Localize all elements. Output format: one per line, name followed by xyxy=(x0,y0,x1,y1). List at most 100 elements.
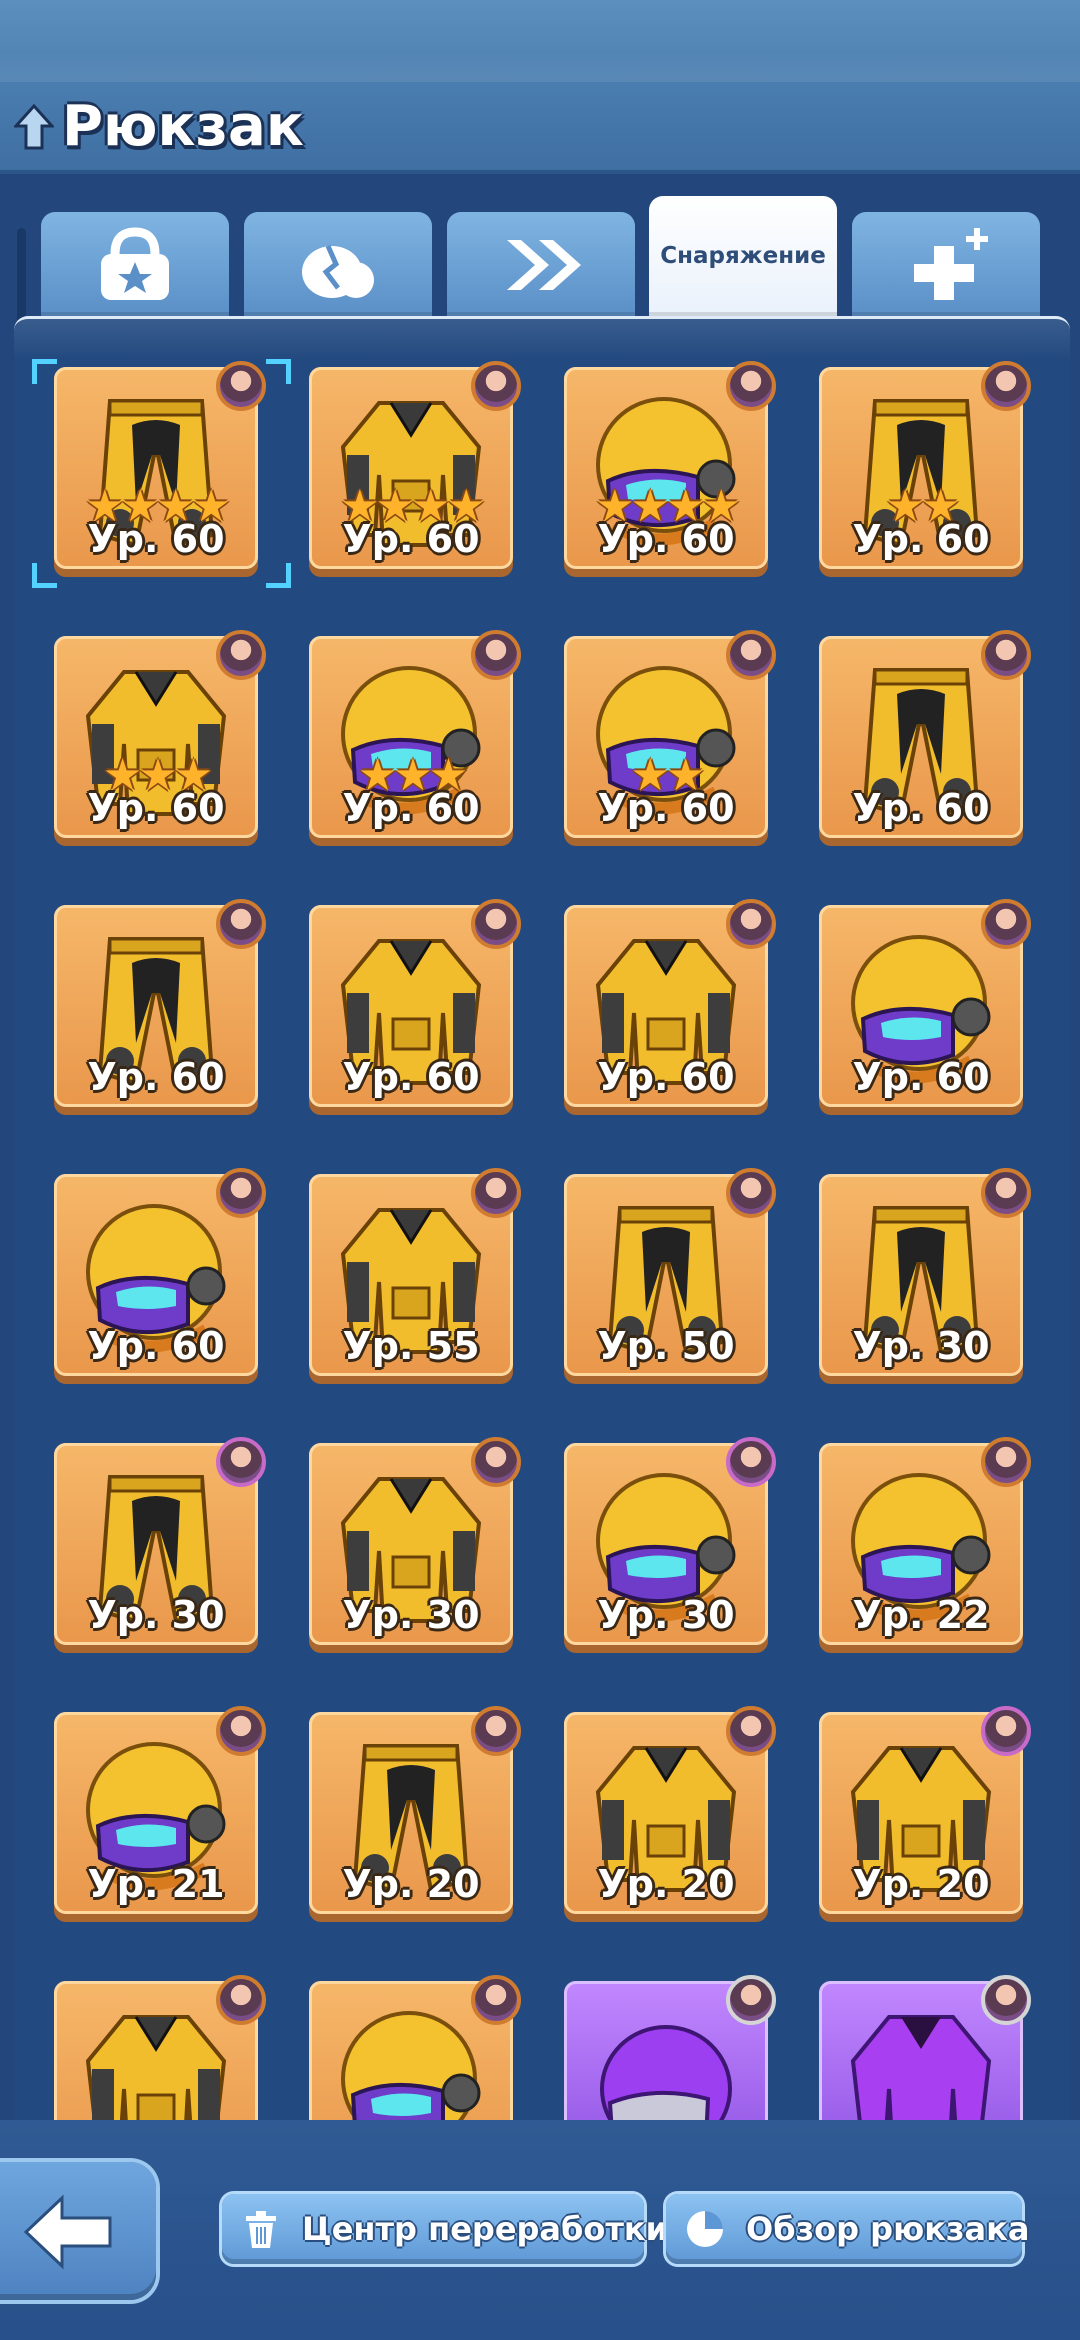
equipment-item[interactable]: ★★★ Ур. 60 xyxy=(54,630,266,846)
equipment-item[interactable]: Ур. 60 xyxy=(54,1168,266,1384)
item-level: Ур. 60 xyxy=(597,786,735,830)
equipment-item[interactable]: ★★★★ Ур. 60 xyxy=(32,359,291,588)
recycle-center-label: Центр переработки xyxy=(302,2210,669,2248)
header: Рюкзак xyxy=(0,82,1080,174)
double-chevron-icon xyxy=(507,240,581,290)
equipment-item[interactable]: ★★★★ Ур. 60 xyxy=(309,361,521,577)
page-title: Рюкзак xyxy=(62,94,304,159)
tab-items[interactable] xyxy=(41,212,229,318)
hero-avatar xyxy=(216,1975,266,2025)
equipment-item[interactable]: Ур. 20 xyxy=(564,1706,776,1922)
item-level: Ур. 60 xyxy=(852,517,990,561)
item-level: Ур. 20 xyxy=(597,1862,735,1906)
equipment-item[interactable]: Ур. 20 xyxy=(819,1706,1031,1922)
item-level: Ур. 60 xyxy=(87,1324,225,1368)
hero-avatar xyxy=(726,1168,776,1218)
equipment-item[interactable]: Ур. 30 xyxy=(564,1437,776,1653)
up-arrow-icon[interactable] xyxy=(14,104,54,150)
selection-corner xyxy=(266,563,291,588)
tab-shards[interactable] xyxy=(244,212,432,318)
hero-avatar xyxy=(471,1706,521,1756)
item-level: Ур. 30 xyxy=(597,1593,735,1637)
equipment-item[interactable]: Ур. 60 xyxy=(819,899,1031,1115)
equipment-item[interactable] xyxy=(54,1975,266,2123)
hero-avatar xyxy=(471,899,521,949)
hero-avatar xyxy=(726,361,776,411)
jacket-icon xyxy=(85,2015,227,2123)
hero-avatar xyxy=(216,361,266,411)
shard-icon xyxy=(302,244,374,298)
item-level: Ур. 60 xyxy=(342,1055,480,1099)
equipment-item[interactable]: ★★★ Ур. 60 xyxy=(309,630,521,846)
hero-avatar xyxy=(981,630,1031,680)
trash-icon xyxy=(246,2211,276,2248)
item-level: Ур. 60 xyxy=(87,517,225,561)
hero-avatar xyxy=(981,1168,1031,1218)
backpack-overview-label: Обзор рюкзака xyxy=(746,2210,1030,2248)
equipment-item[interactable]: Ур. 21 xyxy=(54,1706,266,1922)
equipment-item[interactable]: Ур. 30 xyxy=(819,1168,1031,1384)
item-level: Ур. 21 xyxy=(87,1862,225,1906)
hero-avatar xyxy=(471,361,521,411)
selection-corner xyxy=(32,563,57,588)
hero-avatar xyxy=(216,1168,266,1218)
equipment-panel: ★★★★ Ур. 60 ★★★★ Ур. 60 ★★★★ Ур. 60 ★★ Ур. 60 ★★… xyxy=(14,316,1070,2123)
top-background xyxy=(0,0,1080,82)
back-button[interactable] xyxy=(0,2162,156,2300)
hero-avatar xyxy=(726,1437,776,1487)
selection-corner xyxy=(266,359,291,384)
equipment-item[interactable]: ★★★★ Ур. 60 xyxy=(564,361,776,577)
item-level: Ур. 55 xyxy=(342,1324,480,1368)
tab-plus[interactable] xyxy=(852,212,1040,318)
plus-icon xyxy=(914,228,988,300)
item-level: Ур. 60 xyxy=(342,517,480,561)
hero-avatar xyxy=(981,1975,1031,2025)
bag-icon xyxy=(101,227,169,300)
backpack-overview-button[interactable]: Обзор рюкзака xyxy=(666,2194,1029,2264)
hero-avatar xyxy=(471,1975,521,2025)
equipment-item[interactable]: Ур. 22 xyxy=(819,1437,1031,1653)
equipment-item[interactable]: Ур. 60 xyxy=(564,899,776,1115)
tab-equipment[interactable]: Снаряжение xyxy=(649,196,837,318)
item-level: Ур. 30 xyxy=(852,1324,990,1368)
back-arrow-icon xyxy=(23,2194,112,2270)
selection-corner xyxy=(32,359,57,384)
equipment-item[interactable] xyxy=(309,1975,521,2123)
equipment-item[interactable]: ★★ Ур. 60 xyxy=(564,630,776,846)
equipment-item[interactable]: Ур. 30 xyxy=(309,1437,521,1653)
hero-avatar xyxy=(216,899,266,949)
item-level: Ур. 60 xyxy=(597,517,735,561)
tab-boost[interactable] xyxy=(447,212,635,318)
tab-equipment-label: Снаряжение xyxy=(660,243,826,269)
equipment-item[interactable]: Ур. 60 xyxy=(819,630,1031,846)
hero-avatar xyxy=(216,1437,266,1487)
hero-avatar xyxy=(216,630,266,680)
equipment-item[interactable]: Ур. 60 xyxy=(54,899,266,1115)
pie-chart-icon xyxy=(687,2211,723,2247)
equipment-item[interactable]: Ур. 20 xyxy=(309,1706,521,1922)
item-level: Ур. 22 xyxy=(852,1593,990,1637)
equipment-item[interactable]: Ур. 60 xyxy=(309,899,521,1115)
hero-avatar xyxy=(726,1706,776,1756)
item-level: Ур. 60 xyxy=(852,1055,990,1099)
item-level: Ур. 30 xyxy=(87,1593,225,1637)
equipment-item[interactable]: ★★ Ур. 60 xyxy=(819,361,1031,577)
recycle-center-button[interactable]: Центр переработки xyxy=(222,2194,668,2264)
hero-avatar xyxy=(726,630,776,680)
equipment-item[interactable] xyxy=(819,1975,1031,2123)
hero-avatar xyxy=(981,361,1031,411)
equipment-item[interactable]: Ур. 55 xyxy=(309,1168,521,1384)
helmet-icon xyxy=(341,2011,481,2123)
jacket-icon xyxy=(850,2015,992,2123)
item-level: Ур. 60 xyxy=(87,1055,225,1099)
equipment-item[interactable]: Ур. 50 xyxy=(564,1168,776,1384)
item-level: Ур. 50 xyxy=(597,1324,735,1368)
equipment-item[interactable] xyxy=(564,1975,776,2123)
hero-avatar xyxy=(981,1706,1031,1756)
equipment-item[interactable]: Ур. 30 xyxy=(54,1437,266,1653)
hero-avatar xyxy=(726,899,776,949)
helmet-icon xyxy=(600,2025,732,2123)
hero-avatar xyxy=(726,1975,776,2025)
item-level: Ур. 20 xyxy=(852,1862,990,1906)
item-level: Ур. 20 xyxy=(342,1862,480,1906)
